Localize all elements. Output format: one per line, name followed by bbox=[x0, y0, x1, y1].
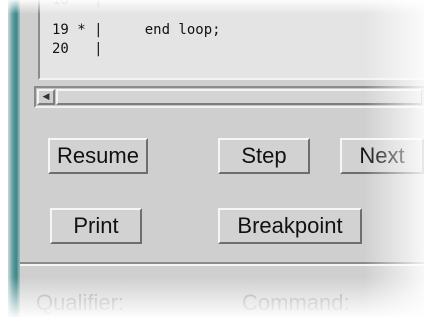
step-button[interactable]: Step bbox=[218, 138, 310, 174]
scroll-left-arrow-icon[interactable]: ◀ bbox=[37, 89, 55, 105]
separator bbox=[20, 262, 424, 266]
code-line-20: 20 | bbox=[52, 41, 103, 57]
debugger-panel: 18 | 19 * | end loop; 20 | ◀ Resume Step… bbox=[0, 0, 424, 317]
print-button[interactable]: Print bbox=[50, 208, 142, 244]
source-code-view[interactable]: 18 | 19 * | end loop; 20 | bbox=[38, 0, 424, 80]
resume-button[interactable]: Resume bbox=[48, 138, 148, 174]
code-line-19: 19 * | end loop; bbox=[52, 22, 221, 38]
code-line-18: 18 | bbox=[52, 0, 103, 8]
breakpoint-button[interactable]: Breakpoint bbox=[218, 208, 362, 244]
horizontal-scrollbar[interactable]: ◀ bbox=[34, 86, 424, 108]
scrollbar-thumb[interactable] bbox=[56, 89, 422, 105]
debugger-window: 18 | 19 * | end loop; 20 | ◀ Resume Step… bbox=[20, 0, 424, 317]
qualifier-label: Qualifier: bbox=[36, 290, 125, 315]
window-edge bbox=[8, 0, 20, 317]
command-label: Command: bbox=[242, 290, 350, 315]
next-button[interactable]: Next bbox=[340, 138, 424, 174]
